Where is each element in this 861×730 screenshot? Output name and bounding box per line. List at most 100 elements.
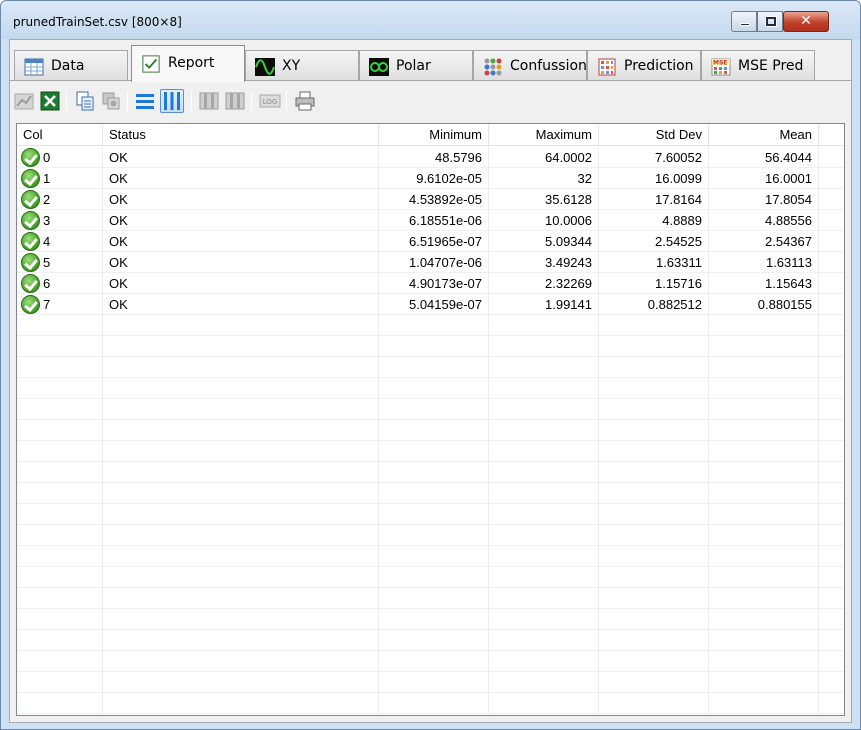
ok-check-icon [21,211,40,230]
mean-cell [709,378,819,399]
ok-check-icon [21,148,40,167]
maximum-cell [489,651,599,672]
std-dev-cell: 1.15716 [599,273,709,294]
maximum-cell [489,357,599,378]
column-left-icon[interactable] [198,90,220,112]
tab-report[interactable]: Report [131,45,245,82]
std-dev-cell [599,441,709,462]
empty-row [17,315,844,336]
report-table[interactable]: Col Status Minimum Maximum Std Dev Mean … [16,123,845,716]
table-row[interactable]: 7 OK 5.04159e-07 1.99141 0.882512 0.880155 [17,294,844,315]
tab-data[interactable]: Data [14,50,128,81]
tab-xy[interactable]: XY [245,50,359,81]
maximum-cell: 32 [489,168,599,189]
column-header-col[interactable]: Col [17,124,103,146]
minimum-cell [379,567,489,588]
maximum-cell [489,399,599,420]
std-dev-cell-text: 0.882512 [647,297,702,312]
minimum-cell [379,483,489,504]
minimum-cell [379,651,489,672]
std-dev-cell [599,336,709,357]
maximum-cell: 5.09344 [489,231,599,252]
table-row[interactable]: 0 OK 48.5796 64.0002 7.60052 56.4044 [17,147,844,168]
minimum-cell [379,420,489,441]
col-cell: 1 [17,168,103,189]
empty-row [17,567,844,588]
std-dev-cell [599,378,709,399]
minimum-cell [379,504,489,525]
window-title: prunedTrainSet.csv [800×8] [13,15,182,29]
column-header-std-dev[interactable]: Std Dev [599,124,709,146]
title-bar[interactable]: prunedTrainSet.csv [800×8] ✕ [1,1,860,39]
col-cell [17,357,103,378]
columns-view-button[interactable] [160,89,184,113]
column-right-icon[interactable] [224,90,246,112]
status-cell: OK [103,168,379,189]
col-cell: 6 [17,273,103,294]
empty-row [17,462,844,483]
table-row[interactable]: 2 OK 4.53892e-05 35.6128 17.8164 17.8054 [17,189,844,210]
maximum-cell [489,378,599,399]
std-dev-cell: 7.60052 [599,147,709,168]
col-cell [17,546,103,567]
minimum-cell-text: 9.6102e-05 [416,171,482,186]
close-icon: ✕ [800,13,812,29]
columns-view-icon [164,92,180,110]
mean-cell [709,336,819,357]
log-icon[interactable]: LOG [259,90,281,112]
column-header-maximum[interactable]: Maximum [489,124,599,146]
mean-cell-text: 2.54367 [765,234,812,249]
column-header-status[interactable]: Status [103,124,379,146]
mean-cell-text: 1.15643 [765,276,812,291]
table-row[interactable]: 3 OK 6.18551e-06 10.0006 4.8889 4.88556 [17,210,844,231]
minimum-cell-text: 1.04707e-06 [408,255,482,270]
col-cell-text: 5 [43,255,51,270]
copy-icon[interactable] [74,90,96,112]
status-cell [103,609,379,630]
ok-check-icon [21,169,40,188]
mean-cell [709,546,819,567]
column-header-minimum[interactable]: Minimum [379,124,489,146]
maximum-cell-text: 32 [577,171,592,186]
mean-cell [709,693,819,714]
copy-image-icon[interactable] [100,90,122,112]
col-cell-text: 0 [43,150,51,165]
column-header-mean[interactable]: Mean [709,124,819,146]
excel-icon[interactable] [39,90,61,112]
mean-cell-text: 16.0001 [765,171,812,186]
mean-cell [709,357,819,378]
maximize-icon [765,16,777,27]
table-row[interactable]: 6 OK 4.90173e-07 2.32269 1.15716 1.15643 [17,273,844,294]
minimum-cell [379,399,489,420]
maximize-button[interactable] [757,11,783,32]
col-cell: 0 [17,147,103,168]
empty-row [17,651,844,672]
rows-view-icon[interactable] [134,90,156,112]
minimum-cell-text: 48.5796 [435,150,482,165]
std-dev-cell-text: 17.8164 [655,192,702,207]
print-icon[interactable] [294,90,316,112]
maximum-cell-text: 3.49243 [545,255,592,270]
ok-check-icon [21,295,40,314]
chart-icon[interactable] [13,90,35,112]
col-cell: 2 [17,189,103,210]
tab-prediction[interactable]: Prediction [587,50,701,81]
mean-cell [709,399,819,420]
col-cell [17,462,103,483]
table-row[interactable]: 4 OK 6.51965e-07 5.09344 2.54525 2.54367 [17,231,844,252]
tab-confussion[interactable]: Confussion [473,50,587,81]
maximum-cell-text: 1.99141 [545,297,592,312]
table-row[interactable]: 1 OK 9.6102e-05 32 16.0099 16.0001 [17,168,844,189]
close-button[interactable]: ✕ [783,11,829,32]
maximum-cell-text: 2.32269 [545,276,592,291]
tab-mse-pred[interactable]: MSE MSE Pred [701,50,815,81]
col-cell-text: 1 [43,171,51,186]
table-row[interactable]: 5 OK 1.04707e-06 3.49243 1.63311 1.63113 [17,252,844,273]
std-dev-cell [599,651,709,672]
tab-polar[interactable]: Polar [359,50,473,81]
minimize-button[interactable] [731,11,757,32]
std-dev-cell [599,504,709,525]
checkmark-icon [142,55,160,73]
mean-cell [709,462,819,483]
mean-cell: 56.4044 [709,147,819,168]
